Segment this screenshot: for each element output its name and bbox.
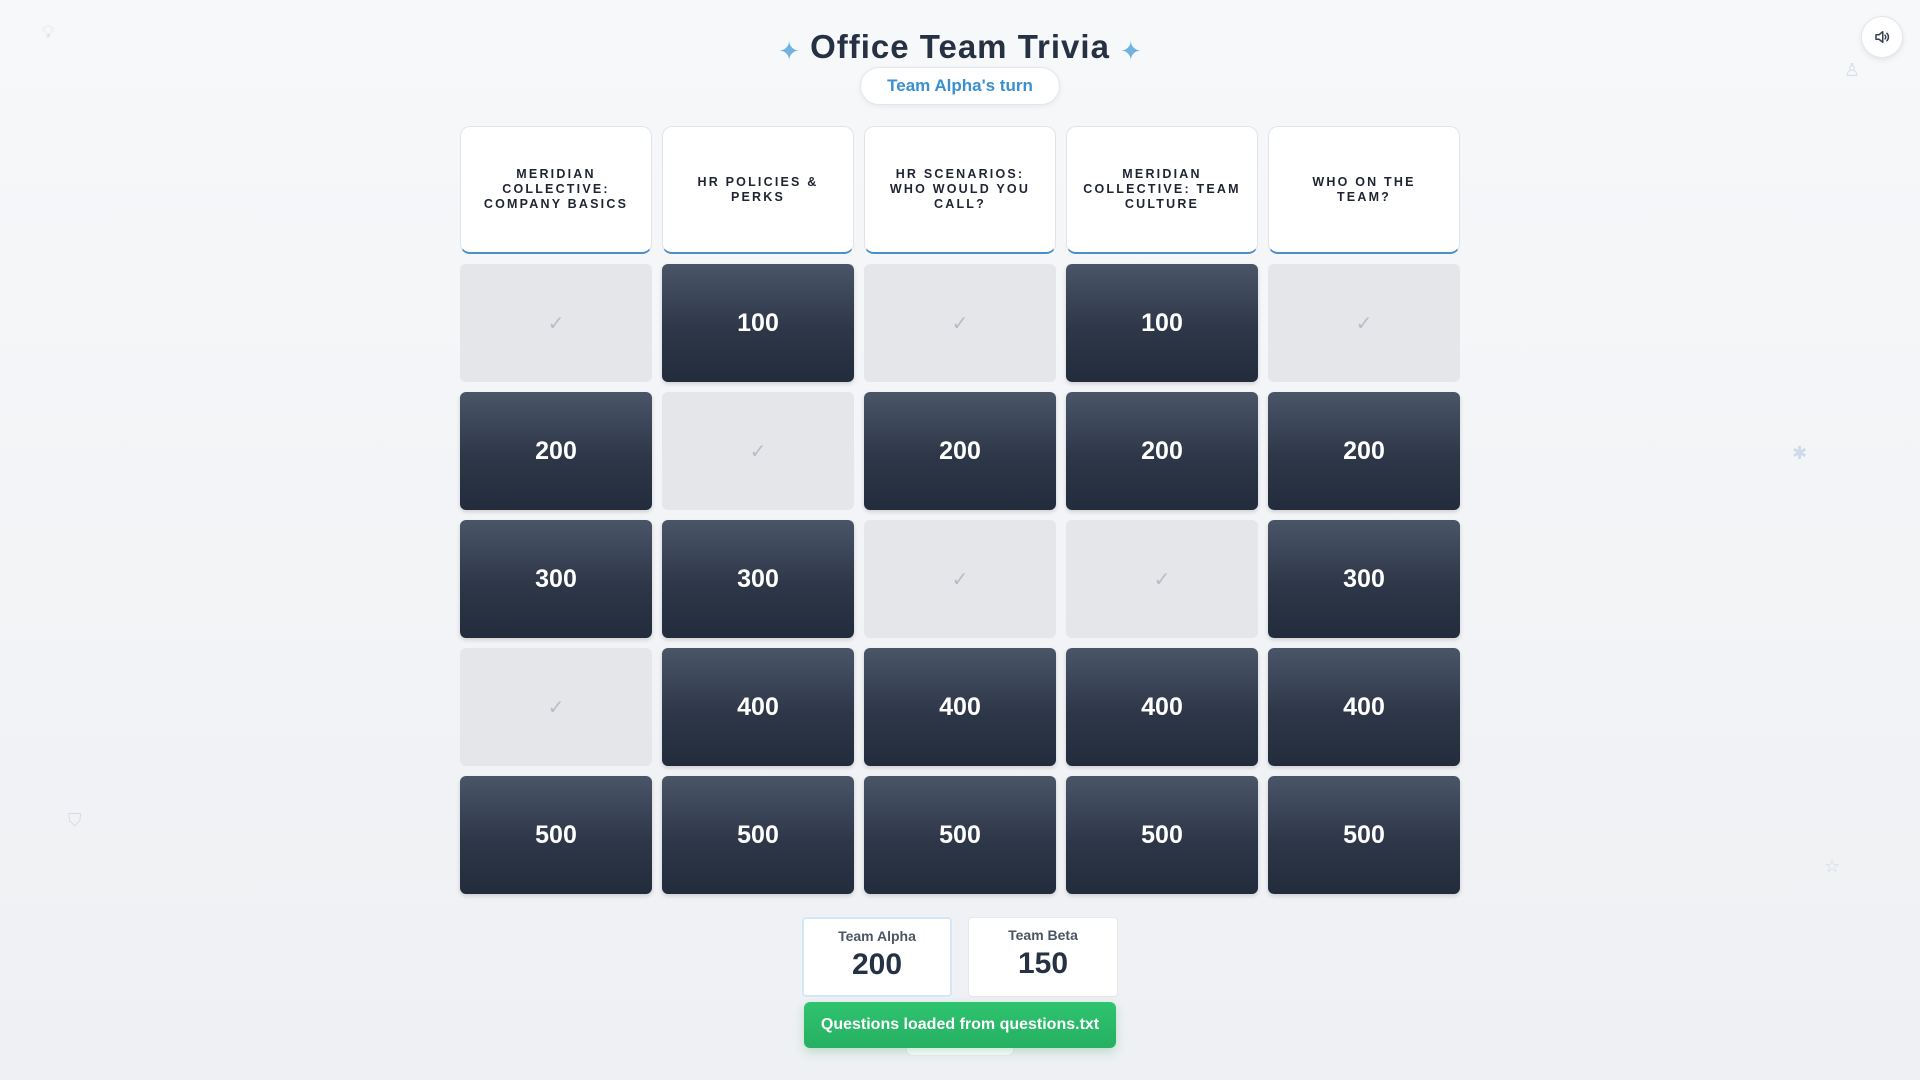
answered-tile: ✓	[864, 520, 1056, 638]
answered-tile: ✓	[1268, 264, 1460, 382]
answered-tile: ✓	[460, 264, 652, 382]
question-tile[interactable]: 400	[1268, 648, 1460, 766]
team-score-card: Team Alpha 200	[802, 917, 952, 997]
question-tile[interactable]: 200	[460, 392, 652, 510]
question-tile[interactable]: 500	[1268, 776, 1460, 894]
answered-tile: ✓	[864, 264, 1056, 382]
scoreboard: Team Alpha 200 Team Beta 150	[802, 917, 1118, 997]
category-header: Who on the Team?	[1268, 126, 1460, 254]
question-tile[interactable]: 100	[1066, 264, 1258, 382]
question-tile[interactable]: 300	[662, 520, 854, 638]
star-icon: ☆	[1824, 856, 1841, 876]
question-tile[interactable]: 100	[662, 264, 854, 382]
trivia-page: 💡︎ ♙ ✱ ⛉ ☆ ✦ Office Team Trivia ✦ Team A…	[0, 0, 1920, 1080]
category-header: Meridian Collective: Company Basics	[460, 126, 652, 254]
shield-icon: ⛉	[68, 810, 82, 830]
title-row: ✦ Office Team Trivia ✦	[0, 28, 1920, 66]
question-tile[interactable]: 500	[864, 776, 1056, 894]
app-title: Office Team Trivia	[810, 28, 1110, 65]
question-tile[interactable]: 400	[1066, 648, 1258, 766]
question-tile[interactable]: 500	[1066, 776, 1258, 894]
question-tile[interactable]: 500	[460, 776, 652, 894]
speaker-icon	[1875, 31, 1890, 43]
question-tile[interactable]: 300	[1268, 520, 1460, 638]
game-board: Meridian Collective: Company Basics HR Po…	[460, 126, 1460, 904]
question-tile[interactable]: 300	[460, 520, 652, 638]
question-tile[interactable]: 500	[662, 776, 854, 894]
category-header: Meridian Collective: Team Culture	[1066, 126, 1258, 254]
turn-indicator: Team Alpha's turn	[860, 67, 1060, 105]
snowflake-icon: ✱	[1792, 443, 1808, 463]
team-score: 150	[1017, 947, 1069, 980]
answered-tile: ✓	[662, 392, 854, 510]
answered-tile: ✓	[1066, 520, 1258, 638]
answered-tile: ✓	[460, 648, 652, 766]
team-score-card: Team Beta 150	[968, 917, 1118, 997]
category-header: HR Policies & Perks	[662, 126, 854, 254]
team-name: Team Alpha	[838, 928, 916, 944]
sparkle-icon: ✦	[778, 36, 801, 66]
question-tile[interactable]: 200	[1066, 392, 1258, 510]
sparkle-icon: ✦	[1119, 36, 1142, 66]
team-name: Team Beta	[1008, 927, 1078, 943]
toast-notification: Questions loaded from questions.txt	[804, 1002, 1116, 1048]
question-tile[interactable]: 400	[662, 648, 854, 766]
sound-toggle-button[interactable]	[1861, 16, 1903, 58]
question-tile[interactable]: 200	[1268, 392, 1460, 510]
question-tile[interactable]: 200	[864, 392, 1056, 510]
question-tile[interactable]: 400	[864, 648, 1056, 766]
category-header: HR Scenarios: Who Would You Call?	[864, 126, 1056, 254]
team-score: 200	[851, 948, 903, 981]
